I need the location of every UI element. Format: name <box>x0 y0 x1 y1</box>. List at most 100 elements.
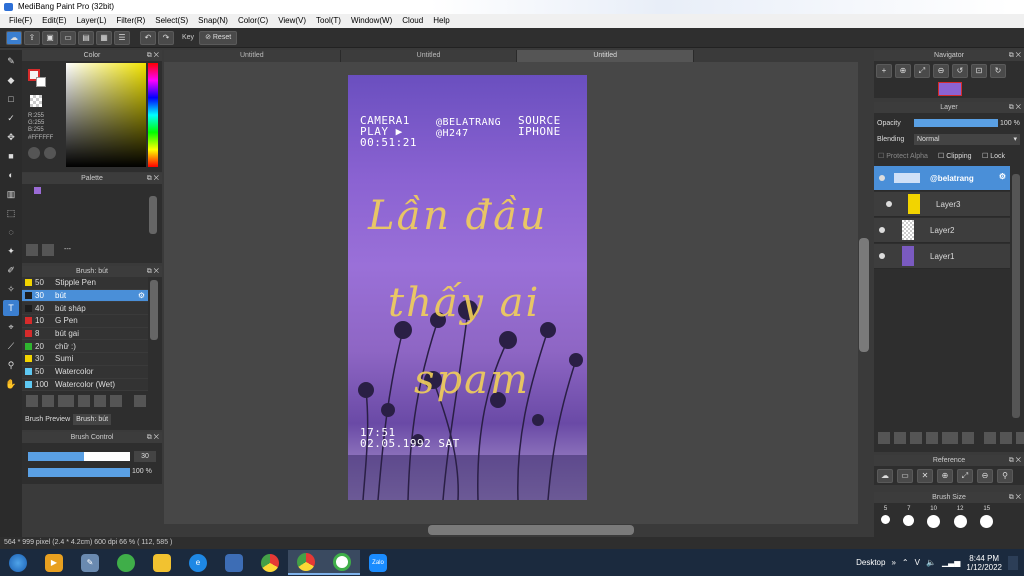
visibility-icon[interactable] <box>886 201 892 207</box>
reset-view-icon[interactable]: ⊡ <box>971 64 987 78</box>
layer-folder-icon[interactable] <box>962 432 974 444</box>
text-tool-icon[interactable]: T <box>3 300 19 316</box>
duplicate-layer-icon[interactable] <box>984 432 996 444</box>
task-network[interactable] <box>216 550 252 575</box>
background-color-swatch[interactable] <box>36 77 46 87</box>
brush-settings-icon[interactable]: ⚙ <box>138 291 145 300</box>
signal-icon[interactable]: ▁▃▅ <box>942 558 960 567</box>
start-button[interactable] <box>0 550 36 575</box>
brush-size-option[interactable]: 12 <box>957 506 964 512</box>
brush-size-option[interactable]: 5 <box>884 506 887 512</box>
panel-close-icon[interactable]: ⧉ ✕ <box>1009 455 1021 466</box>
layer-settings-icon[interactable]: ⚙ <box>999 172 1006 181</box>
task-ie[interactable]: e <box>180 550 216 575</box>
transparent-color-swatch[interactable] <box>30 95 42 107</box>
fit-icon[interactable]: ⤢ <box>914 64 930 78</box>
rotate-right-icon[interactable]: ↻ <box>990 64 1006 78</box>
tab-document[interactable]: Untitled <box>340 50 518 62</box>
blending-select[interactable]: Normal ▾ <box>914 134 1020 145</box>
reference-zoom-out-icon[interactable]: ⊖ <box>977 469 993 483</box>
hand-tool-icon[interactable]: ✋ <box>3 376 19 392</box>
tab-document-active[interactable]: Untitled <box>517 50 695 62</box>
brush-item[interactable]: 30 Sumi <box>22 353 148 366</box>
reset-button[interactable]: ⊘ Reset <box>199 30 238 45</box>
clipping-checkbox[interactable]: ☐ Clipping <box>938 152 972 160</box>
lasso-tool-icon[interactable]: ◌ <box>3 224 19 240</box>
zoom-in-alt-icon[interactable]: ⊕ <box>895 64 911 78</box>
menu-filter[interactable]: Filter(R) <box>111 14 150 28</box>
brush-size-dot[interactable] <box>903 515 915 526</box>
add-layer-menu-icon[interactable] <box>942 432 958 444</box>
toolbar-chevron-icon[interactable]: » <box>891 558 895 567</box>
panel-close-icon[interactable]: ⧉ ✕ <box>147 173 159 184</box>
task-chrome-open[interactable] <box>288 550 324 575</box>
new-layer-icon[interactable] <box>878 432 890 444</box>
brush-item[interactable]: 100 Watercolor (Wet) <box>22 378 148 392</box>
brush-copy-icon[interactable] <box>78 395 90 407</box>
dot-tool-icon[interactable]: ✓ <box>3 110 19 126</box>
menu-edit[interactable]: Edit(E) <box>37 14 71 28</box>
reference-fit-icon[interactable]: ⤢ <box>957 469 973 483</box>
menu-window[interactable]: Window(W) <box>346 14 397 28</box>
cloud-icon[interactable]: ☁ <box>6 30 22 45</box>
navigator-thumbnail[interactable] <box>938 82 962 96</box>
gradient-tool-icon[interactable]: ▥ <box>3 186 19 202</box>
fill-rect-tool-icon[interactable]: ■ <box>3 148 19 164</box>
palette-scrollbar[interactable] <box>149 196 157 234</box>
shape-tool-icon[interactable]: □ <box>3 91 19 107</box>
brush-size-slider[interactable] <box>28 452 130 461</box>
layer-opacity-slider[interactable] <box>914 119 998 127</box>
brush-opacity-slider[interactable] <box>28 468 130 477</box>
save-icon[interactable]: ▣ <box>42 30 58 45</box>
brush-list-scrollbar[interactable] <box>150 280 158 340</box>
layer-list-scrollbar[interactable] <box>1012 174 1020 418</box>
layer-item[interactable]: Layer2 <box>874 218 1010 243</box>
task-zalo[interactable]: Zalo <box>360 550 396 575</box>
brush-item[interactable]: 50 Stipple Pen <box>22 277 148 290</box>
task-media-player[interactable]: ▶ <box>36 550 72 575</box>
brush-tool-icon[interactable]: ✎ <box>3 53 19 69</box>
menu-file[interactable]: File(F) <box>4 14 37 28</box>
brush-add-icon[interactable] <box>58 395 74 407</box>
layer-item[interactable]: Layer3 <box>874 192 1010 217</box>
select-eraser-tool-icon[interactable]: ✧ <box>3 281 19 297</box>
task-explorer[interactable] <box>144 550 180 575</box>
notification-icon[interactable] <box>1008 555 1018 570</box>
horizontal-scrollbar[interactable] <box>176 524 856 536</box>
brush-size-dot[interactable] <box>980 515 994 528</box>
export-icon[interactable]: ⇪ <box>24 30 40 45</box>
brush-size-option[interactable]: 10 <box>930 506 937 512</box>
brush-folder-icon[interactable] <box>94 395 106 407</box>
brush-delete-icon[interactable] <box>134 395 146 407</box>
panel-icon[interactable]: ▤ <box>78 30 94 45</box>
tab-document[interactable]: Untitled <box>164 50 341 62</box>
saturation-value-picker[interactable] <box>66 63 146 167</box>
new-8bit-layer-icon[interactable] <box>910 432 922 444</box>
grid-icon[interactable]: ▦ <box>96 30 112 45</box>
menu-view[interactable]: View(V) <box>273 14 311 28</box>
panel-close-icon[interactable]: ⧉ ✕ <box>1009 102 1021 113</box>
lock-checkbox[interactable]: ☐ Lock <box>982 152 1005 160</box>
brush-item[interactable]: 50 Watercolor <box>22 365 148 379</box>
magic-wand-tool-icon[interactable]: ✦ <box>3 243 19 259</box>
reference-open-icon[interactable]: ▭ <box>897 469 913 483</box>
speaker-icon[interactable]: 🔈 <box>926 558 936 567</box>
task-medibang[interactable] <box>324 550 360 575</box>
visibility-icon[interactable] <box>879 227 885 233</box>
brush-new-icon[interactable] <box>42 395 54 407</box>
brush-size-value[interactable]: 30 <box>134 451 156 462</box>
redo-icon[interactable]: ↷ <box>158 30 174 45</box>
move-tool-icon[interactable]: ✥ <box>3 129 19 145</box>
color-wheel-icon[interactable] <box>28 147 40 159</box>
reference-close-icon[interactable]: ✕ <box>917 469 933 483</box>
brush-item[interactable]: 40 bút sháp <box>22 302 148 316</box>
menu-color[interactable]: Color(C) <box>233 14 273 28</box>
vertical-scroll-thumb[interactable] <box>859 238 869 352</box>
new-1bit-layer-icon[interactable] <box>926 432 938 444</box>
hue-slider[interactable] <box>148 63 158 167</box>
menu-snap[interactable]: Snap(N) <box>193 14 233 28</box>
undo-icon[interactable]: ↶ <box>140 30 156 45</box>
panel-close-icon[interactable]: ⧉ ✕ <box>1009 50 1021 61</box>
task-coccoc[interactable] <box>108 550 144 575</box>
brush-size-dot[interactable] <box>880 515 890 524</box>
